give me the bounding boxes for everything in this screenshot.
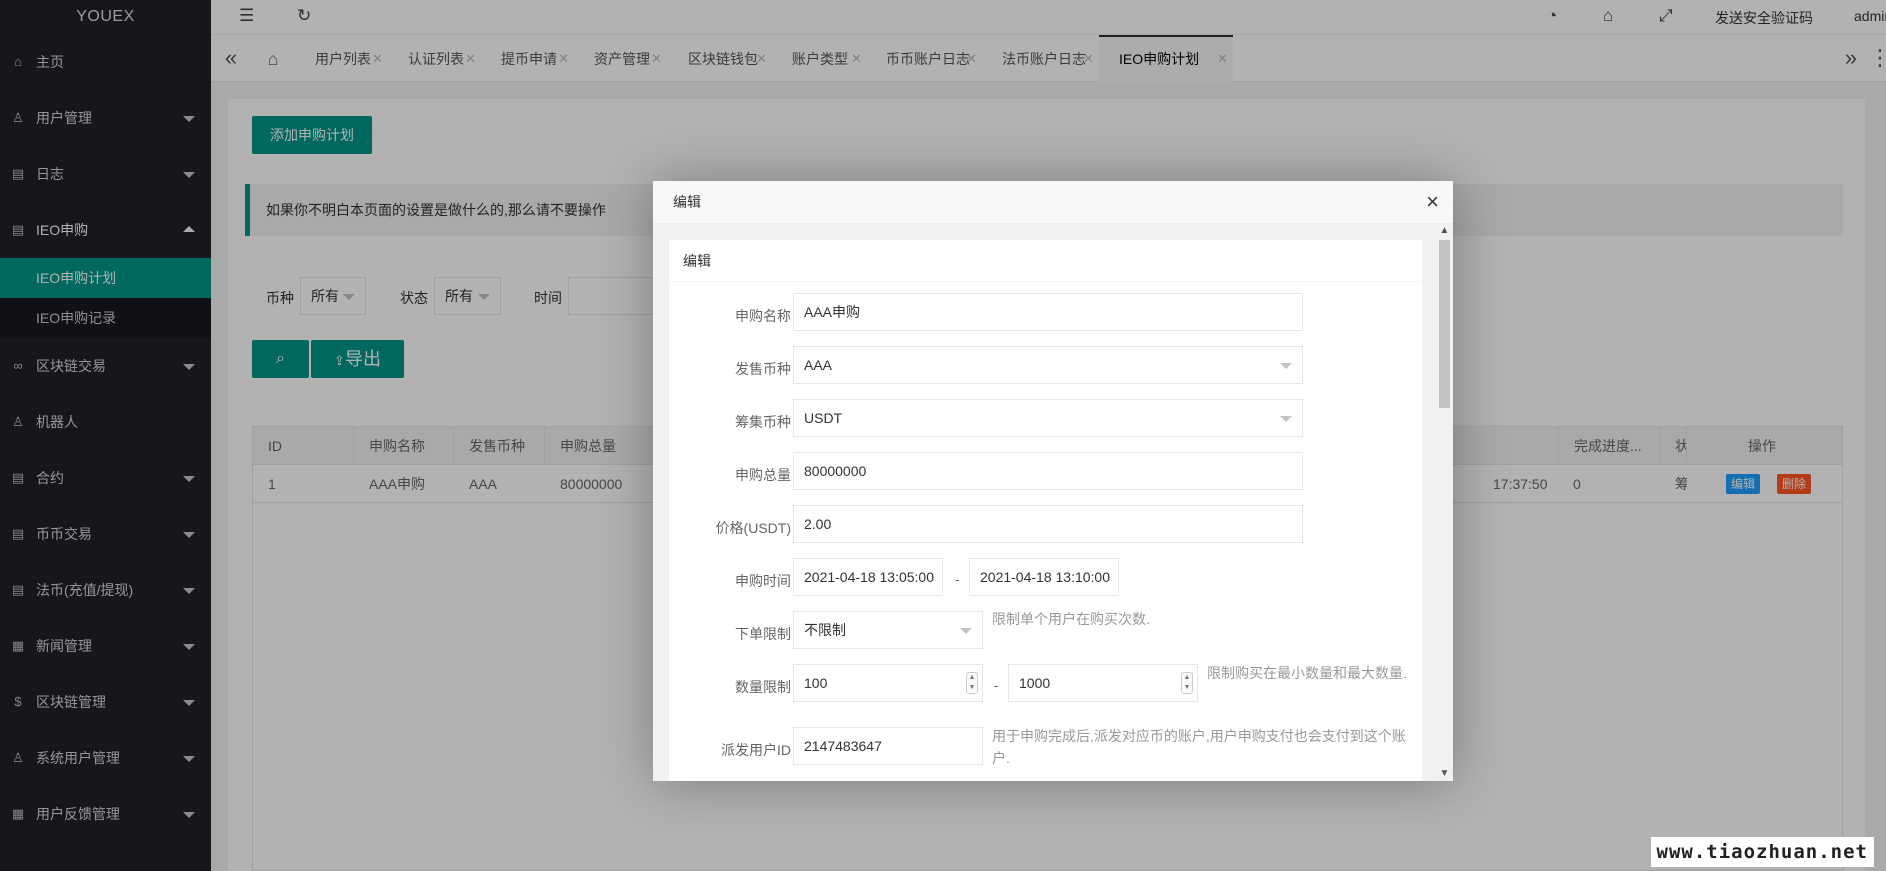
name-label: 申购名称 bbox=[735, 308, 791, 324]
raise-coin-label: 筹集币种 bbox=[735, 414, 791, 430]
site-watermark: www.tiaozhuan.net bbox=[1650, 837, 1874, 867]
chevron-down-icon bbox=[960, 628, 972, 634]
dist-uid-tip: 用于申购完成后,派发对应币的账户,用户申购支付也会支付到这个账户. bbox=[992, 728, 1406, 766]
stepper-icon[interactable]: ▲ ▼ bbox=[1181, 672, 1193, 694]
end-time-input[interactable]: 2021-04-18 13:10:00 bbox=[969, 558, 1119, 596]
scroll-up-icon[interactable]: ▲ bbox=[1436, 224, 1453, 238]
qty-min-input[interactable]: 100 ▲ ▼ bbox=[793, 664, 983, 702]
total-input[interactable]: 80000000 bbox=[793, 452, 1303, 490]
name-input[interactable]: AAA申购 bbox=[793, 293, 1303, 331]
raise-coin-select[interactable]: USDT bbox=[793, 399, 1303, 437]
card-title: 编辑 bbox=[669, 240, 1422, 282]
modal-body: 编辑 申购名称 AAA申购 发售币种 AAA 筹集币种 USDT 申购总量 80… bbox=[653, 224, 1453, 781]
qty-limit-label: 数量限制 bbox=[735, 679, 791, 695]
modal-scrollbar[interactable]: ▲ ▼ bbox=[1436, 224, 1453, 781]
scroll-down-icon[interactable]: ▼ bbox=[1436, 767, 1453, 781]
total-label: 申购总量 bbox=[735, 467, 791, 483]
order-limit-select[interactable]: 不限制 bbox=[793, 611, 983, 649]
modal-header: 编辑 × bbox=[653, 181, 1453, 224]
time-separator: - bbox=[955, 571, 960, 587]
close-icon[interactable]: × bbox=[1426, 181, 1439, 222]
chevron-down-icon bbox=[1280, 363, 1292, 369]
order-limit-label: 下单限制 bbox=[735, 626, 791, 642]
stepper-icon[interactable]: ▲ ▼ bbox=[966, 672, 978, 694]
time-label: 申购时间 bbox=[735, 573, 791, 589]
start-time-input[interactable]: 2021-04-18 13:05:00 bbox=[793, 558, 943, 596]
order-limit-tip: 限制单个用户在购买次数. bbox=[992, 611, 1150, 627]
modal-title: 编辑 bbox=[673, 194, 701, 210]
chevron-down-icon bbox=[1280, 416, 1292, 422]
sale-coin-select[interactable]: AAA bbox=[793, 346, 1303, 384]
dist-uid-label: 派发用户ID bbox=[721, 742, 791, 758]
edit-form-card: 编辑 申购名称 AAA申购 发售币种 AAA 筹集币种 USDT 申购总量 80… bbox=[669, 240, 1422, 781]
qty-max-input[interactable]: 1000 ▲ ▼ bbox=[1008, 664, 1198, 702]
qty-limit-tip: 限制购买在最小数量和最大数量. bbox=[1207, 665, 1407, 681]
price-input[interactable]: 2.00 bbox=[793, 505, 1303, 543]
dist-uid-input[interactable]: 2147483647 bbox=[793, 727, 983, 765]
qty-separator: - bbox=[994, 677, 999, 693]
price-label: 价格(USDT) bbox=[715, 520, 791, 536]
edit-modal: 编辑 × 编辑 申购名称 AAA申购 发售币种 AAA 筹集币种 USDT 申购… bbox=[653, 181, 1453, 781]
scroll-thumb[interactable] bbox=[1439, 240, 1450, 408]
sale-coin-label: 发售币种 bbox=[735, 361, 791, 377]
